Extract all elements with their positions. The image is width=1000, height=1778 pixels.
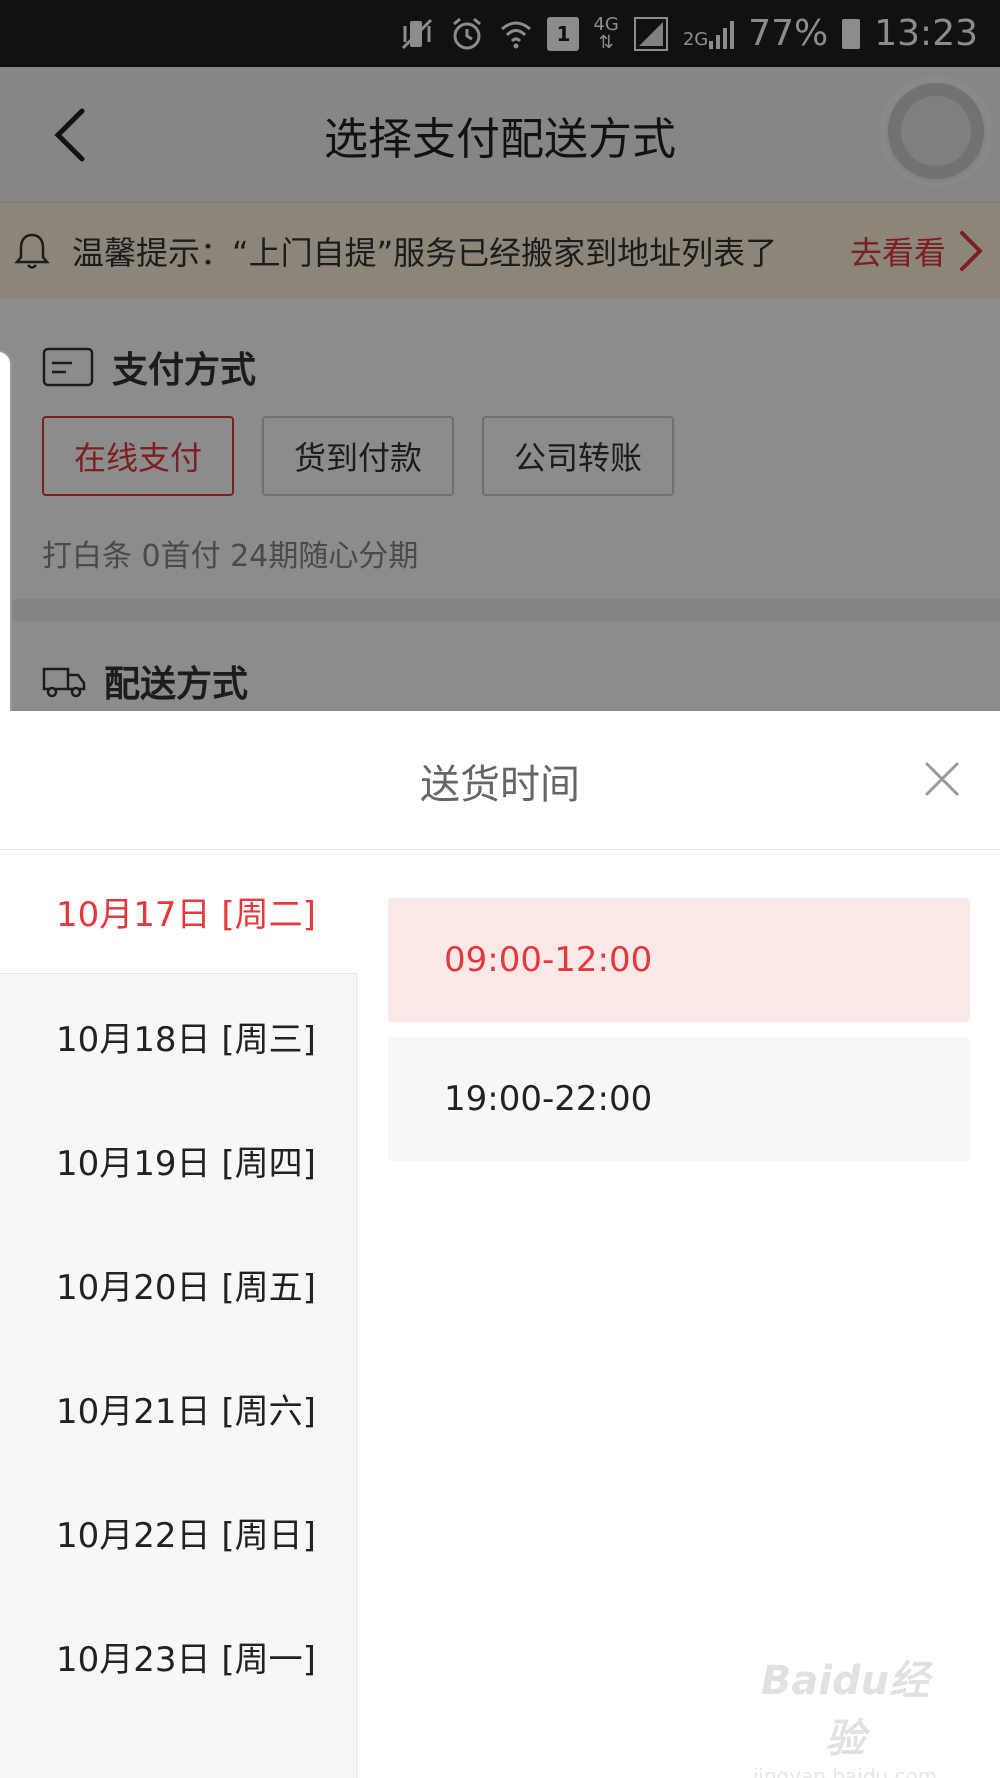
close-icon <box>925 762 959 796</box>
date-item[interactable]: 10月22日 [周日] <box>0 1470 357 1594</box>
delivery-time-sheet: 送货时间 10月17日 [周二] 10月18日 [周三] 10月19日 [周四]… <box>0 711 1000 1778</box>
date-item[interactable]: 10月17日 [周二] <box>0 850 357 974</box>
sheet-title: 送货时间 <box>420 761 580 808</box>
date-item[interactable]: 10月20日 [周五] <box>0 1222 357 1346</box>
date-item[interactable]: 10月21日 [周六] <box>0 1346 357 1470</box>
modal-backdrop[interactable] <box>0 0 1000 711</box>
time-slot[interactable]: 09:00-12:00 <box>388 898 970 1022</box>
watermark-url: jingyan.baidu.com <box>752 1764 938 1778</box>
watermark-logo: Baidu经验 <box>760 1658 930 1762</box>
screen: 1 4G ⇅ 2G 77% 13:23 选择支付配送方式 温馨提示：“上门自提”… <box>0 0 1000 1778</box>
time-slot-list: 09:00-12:00 19:00-22:00 <box>388 898 970 1176</box>
close-button[interactable] <box>914 751 970 807</box>
time-slot[interactable]: 19:00-22:00 <box>388 1037 970 1161</box>
date-item[interactable]: 10月23日 [周一] <box>0 1594 357 1718</box>
sheet-header: 送货时间 <box>0 711 1000 850</box>
date-list: 10月17日 [周二] 10月18日 [周三] 10月19日 [周四] 10月2… <box>0 850 357 1778</box>
date-item[interactable]: 10月19日 [周四] <box>0 1098 357 1222</box>
watermark: Baidu经验 jingyan.baidu.com <box>745 1648 945 1778</box>
date-item[interactable]: 10月18日 [周三] <box>0 974 357 1098</box>
